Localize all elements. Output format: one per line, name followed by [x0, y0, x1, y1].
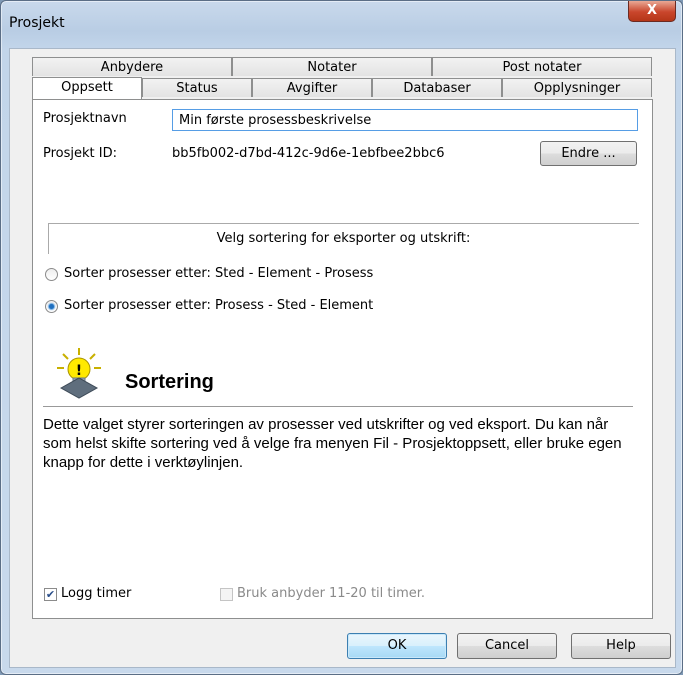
tab-post-notater[interactable]: Post notater: [432, 57, 652, 76]
ok-button[interactable]: OK: [347, 633, 447, 659]
help-button[interactable]: Help: [571, 633, 671, 659]
svg-text:!: !: [76, 363, 82, 379]
bidder-hours-checkbox[interactable]: [220, 588, 233, 601]
change-id-button[interactable]: Endre ...: [540, 141, 637, 166]
sort-option2-label[interactable]: Sorter prosesser etter: Prosess - Sted -…: [64, 298, 373, 313]
window-title: Prosjekt: [9, 15, 65, 31]
tab-strip: Anbydere Notater Post notater Oppsett St…: [32, 57, 652, 100]
tab-opplysninger[interactable]: Opplysninger: [502, 78, 652, 97]
close-button[interactable]: X: [628, 1, 676, 22]
lightbulb-hint-icon: !: [57, 348, 101, 399]
tab-status[interactable]: Status: [142, 78, 252, 97]
tab-anbydere[interactable]: Anbydere: [32, 57, 232, 76]
tab-avgifter[interactable]: Avgifter: [252, 78, 372, 97]
project-id-label: Prosjekt ID:: [43, 146, 117, 161]
sort-option1-label[interactable]: Sorter prosesser etter: Sted - Element -…: [64, 266, 373, 281]
dialog-client: Anbydere Notater Post notater Oppsett St…: [9, 48, 676, 668]
sort-option2-radio[interactable]: [45, 300, 58, 313]
project-name-input[interactable]: [172, 109, 638, 131]
log-hours-label[interactable]: Logg timer: [61, 586, 131, 601]
bidder-hours-label[interactable]: Bruk anbyder 11-20 til timer.: [237, 586, 425, 601]
cancel-button[interactable]: Cancel: [457, 633, 557, 659]
hint-divider: [43, 406, 633, 407]
project-id-value: bb5fb002-d7bd-412c-9d6e-1ebfbee2bbc6: [172, 146, 445, 161]
project-name-label: Prosjektnavn: [43, 111, 127, 126]
hint-title: Sortering: [125, 371, 214, 393]
dialog-window: Prosjekt X Anbydere Notater Post notater…: [0, 0, 683, 675]
sort-option1-radio[interactable]: [45, 268, 58, 281]
tab-notater[interactable]: Notater: [232, 57, 432, 76]
tab-panel-oppsett: Prosjektnavn Prosjekt ID: bb5fb002-d7bd-…: [32, 99, 653, 619]
sorting-group-label: Velg sortering for eksporter og utskrift…: [216, 231, 471, 246]
tab-oppsett[interactable]: Oppsett: [32, 77, 142, 99]
log-hours-checkbox[interactable]: ✔: [44, 588, 57, 601]
tab-databaser[interactable]: Databaser: [372, 78, 502, 97]
hint-text: Dette valget styrer sorteringen av prose…: [43, 416, 622, 471]
